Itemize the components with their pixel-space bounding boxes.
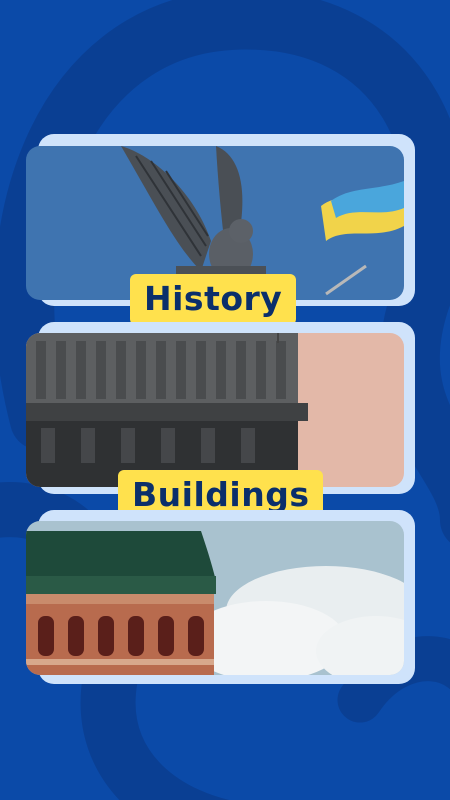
ornate-building-image <box>26 521 404 675</box>
card-2-photo <box>26 333 404 487</box>
card-3-photo <box>26 521 404 675</box>
building-roof-image <box>26 333 404 487</box>
label-history: History <box>130 274 297 325</box>
